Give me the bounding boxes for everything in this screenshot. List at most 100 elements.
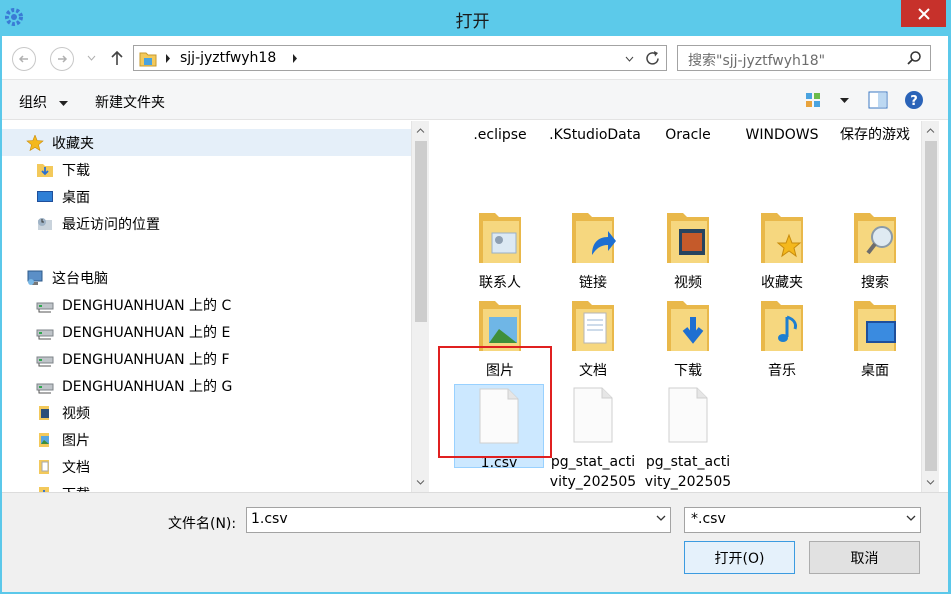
svg-text:?: ? bbox=[910, 94, 918, 109]
downloads-folder-icon bbox=[37, 163, 53, 177]
list-item[interactable]: 搜索 bbox=[830, 207, 920, 293]
scroll-up-icon[interactable] bbox=[926, 128, 935, 133]
nav-item-documents[interactable]: 文档 bbox=[2, 453, 411, 480]
desktop-folder-icon bbox=[854, 301, 896, 351]
item-label: 下载 bbox=[674, 363, 702, 379]
chevron-down-icon[interactable] bbox=[625, 56, 634, 62]
nav-item-this-pc[interactable]: 这台电脑 bbox=[2, 264, 411, 291]
list-item[interactable]: 联系人 bbox=[455, 207, 545, 293]
scroll-down-icon[interactable] bbox=[926, 480, 935, 485]
nav-label: 这台电脑 bbox=[52, 270, 108, 287]
nav-item-drive-f[interactable]: DENGHUANHUAN 上的 F bbox=[2, 345, 411, 372]
address-bar: sjj-jyztfwyh18 搜索"sjj-jyztfwyh18" bbox=[2, 36, 948, 80]
downloads-folder-icon bbox=[667, 301, 709, 351]
cancel-button[interactable]: 取消 bbox=[809, 541, 920, 574]
caret-down-icon bbox=[59, 100, 69, 106]
new-folder-button[interactable]: 新建文件夹 bbox=[95, 92, 165, 112]
nav-item-downloads[interactable]: 下载 bbox=[2, 156, 411, 183]
network-drive-icon bbox=[36, 302, 54, 312]
nav-pane-scrollbar[interactable] bbox=[411, 121, 429, 492]
scroll-down-icon[interactable] bbox=[416, 480, 425, 485]
chevron-down-icon[interactable] bbox=[656, 515, 666, 521]
nav-label: 图片 bbox=[62, 432, 90, 449]
nav-item-favorites[interactable]: 收藏夹 bbox=[2, 129, 411, 156]
list-item[interactable]: 桌面 bbox=[830, 295, 920, 381]
organize-label: 组织 bbox=[19, 95, 47, 111]
dialog-body: sjj-jyztfwyh18 搜索"sjj-jyztfwyh18" 组织 新建文… bbox=[2, 36, 948, 592]
nav-label: DENGHUANHUAN 上的 G bbox=[62, 378, 233, 395]
item-label: 桌面 bbox=[861, 363, 889, 379]
chevron-right-icon[interactable] bbox=[292, 54, 298, 63]
nav-label: DENGHUANHUAN 上的 E bbox=[62, 324, 231, 341]
title-bar: 打开 bbox=[0, 0, 951, 36]
nav-item-drive-e[interactable]: DENGHUANHUAN 上的 E bbox=[2, 318, 411, 345]
list-item[interactable]: 音乐 bbox=[737, 295, 827, 381]
videos-folder-icon bbox=[667, 213, 709, 263]
forward-button[interactable] bbox=[50, 47, 74, 71]
refresh-icon[interactable] bbox=[644, 50, 661, 67]
nav-label: 下载 bbox=[62, 162, 90, 179]
network-drive-icon bbox=[36, 329, 54, 339]
nav-item-pictures[interactable]: 图片 bbox=[2, 426, 411, 453]
up-arrow-icon[interactable] bbox=[110, 50, 124, 66]
search-input[interactable]: 搜索"sjj-jyztfwyh18" bbox=[688, 50, 825, 70]
nav-item-videos[interactable]: 视频 bbox=[2, 399, 411, 426]
nav-item-recent[interactable]: 最近访问的位置 bbox=[2, 210, 411, 237]
open-button[interactable]: 打开(O) bbox=[684, 541, 795, 574]
network-drive-icon bbox=[36, 383, 54, 393]
file-type-select[interactable]: *.csv bbox=[684, 507, 921, 533]
nav-label: 最近访问的位置 bbox=[62, 216, 160, 233]
highlight-annotation bbox=[438, 346, 552, 458]
list-item[interactable]: pg_stat_activity_202505142248.csv bbox=[548, 384, 638, 492]
search-field[interactable]: 搜索"sjj-jyztfwyh18" bbox=[677, 45, 931, 71]
nav-label: DENGHUANHUAN 上的 C bbox=[62, 297, 232, 314]
filename-input[interactable]: 1.csv bbox=[246, 507, 671, 533]
navigation-pane: 收藏夹 下载 桌面 最近访问的位置 这台电脑 DENGHUANHUAN 上的 C… bbox=[2, 121, 411, 492]
videos-folder-icon bbox=[39, 405, 49, 420]
list-item[interactable]: 收藏夹 bbox=[737, 207, 827, 293]
organize-menu[interactable]: 组织 bbox=[19, 92, 69, 112]
address-path: sjj-jyztfwyh18 bbox=[180, 50, 277, 66]
list-item[interactable]: WINDOWS bbox=[737, 125, 827, 145]
list-item[interactable]: 下载 bbox=[643, 295, 733, 381]
back-button[interactable] bbox=[12, 47, 36, 71]
preview-pane-icon[interactable] bbox=[868, 91, 888, 109]
address-field[interactable]: sjj-jyztfwyh18 bbox=[133, 45, 667, 71]
help-icon[interactable]: ? bbox=[904, 90, 924, 110]
documents-folder-icon bbox=[39, 459, 49, 474]
contacts-folder-icon bbox=[479, 213, 521, 263]
desktop-icon bbox=[37, 190, 53, 202]
list-item[interactable]: 文档 bbox=[548, 295, 638, 381]
filename-label: 文件名(N): bbox=[168, 516, 237, 532]
chevron-down-icon[interactable] bbox=[87, 55, 96, 61]
view-options-icon[interactable] bbox=[805, 92, 822, 108]
nav-item-drive-g[interactable]: DENGHUANHUAN 上的 G bbox=[2, 372, 411, 399]
list-item[interactable]: 视频 bbox=[643, 207, 733, 293]
music-folder-icon bbox=[761, 301, 803, 351]
nav-item-drive-c[interactable]: DENGHUANHUAN 上的 C bbox=[2, 291, 411, 318]
arrow-right-icon bbox=[58, 55, 68, 63]
list-item[interactable]: pg_stat_activity_202505142250.csv bbox=[643, 384, 733, 492]
list-item[interactable]: .KStudioData bbox=[548, 125, 642, 145]
star-icon bbox=[26, 134, 44, 151]
scroll-up-icon[interactable] bbox=[416, 128, 425, 133]
filetype-value: *.csv bbox=[691, 511, 726, 527]
item-label: Oracle bbox=[665, 127, 711, 143]
close-button[interactable] bbox=[901, 0, 946, 27]
file-list-scrollbar[interactable] bbox=[921, 121, 939, 492]
file-list-scroll-thumb[interactable] bbox=[925, 141, 937, 471]
nav-item-desktop[interactable]: 桌面 bbox=[2, 183, 411, 210]
nav-label: 收藏夹 bbox=[52, 135, 94, 152]
close-icon bbox=[917, 7, 930, 20]
chevron-right-icon[interactable] bbox=[165, 54, 171, 63]
list-item[interactable]: .eclipse bbox=[455, 125, 545, 145]
chevron-down-icon[interactable] bbox=[906, 515, 916, 521]
search-icon[interactable] bbox=[906, 50, 922, 66]
list-item[interactable]: 保存的游戏 bbox=[830, 125, 920, 145]
nav-label: 下载 bbox=[62, 484, 90, 493]
nav-item-downloads-2[interactable]: 下载 bbox=[2, 480, 411, 492]
list-item[interactable]: 链接 bbox=[548, 207, 638, 293]
list-item[interactable]: Oracle bbox=[643, 125, 733, 145]
nav-pane-scroll-thumb[interactable] bbox=[415, 141, 427, 322]
caret-down-icon[interactable] bbox=[840, 98, 849, 103]
